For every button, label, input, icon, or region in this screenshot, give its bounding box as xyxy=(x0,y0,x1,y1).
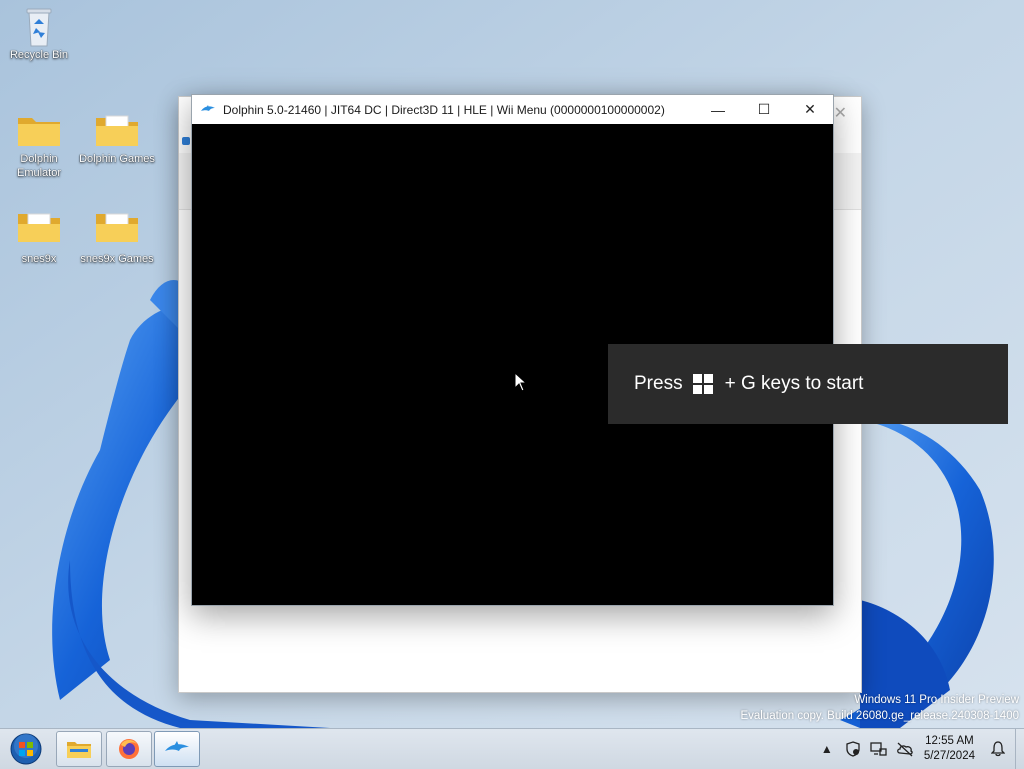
desktop-icon-recycle-bin[interactable]: Recycle Bin xyxy=(1,6,77,62)
desktop-icon-dolphin-emulator[interactable]: Dolphin Emulator xyxy=(1,110,77,180)
start-button[interactable] xyxy=(6,731,46,767)
maximize-button[interactable]: ☐ xyxy=(741,95,787,124)
folder-icon xyxy=(94,110,140,150)
gamebar-prompt: Press + G keys to start xyxy=(608,344,1008,424)
watermark-line-2: Evaluation copy. Build 26080.ge_release.… xyxy=(740,710,1019,722)
network-icon[interactable] xyxy=(869,739,889,759)
system-tray: ▲ 12:55 AM 5/27/2024 xyxy=(814,729,1024,769)
show-hidden-icons-chevron-up-icon[interactable]: ▲ xyxy=(817,739,837,759)
taskbar-clock[interactable]: 12:55 AM 5/27/2024 xyxy=(924,734,975,764)
recycle-bin-icon xyxy=(16,6,62,47)
minimize-icon: — xyxy=(711,101,725,118)
close-icon: ✕ xyxy=(804,101,816,117)
clock-date: 5/27/2024 xyxy=(923,750,975,762)
folder-icon xyxy=(16,210,62,250)
onedrive-offline-icon[interactable] xyxy=(895,739,915,759)
desktop-icon-label: Dolphin Emulator xyxy=(16,153,62,179)
window-titlebar[interactable]: Dolphin 5.0-21460 | JIT64 DC | Direct3D … xyxy=(192,95,833,124)
desktop-icon-dolphin-games[interactable]: Dolphin Games xyxy=(79,110,155,166)
firefox-icon xyxy=(119,739,139,759)
watermark-line-1: Windows 11 Pro Insider Preview xyxy=(854,694,1019,706)
security-shield-icon[interactable] xyxy=(843,739,863,759)
taskbar-app-firefox[interactable] xyxy=(106,731,152,767)
folder-icon xyxy=(94,210,140,250)
notification-bell-icon[interactable] xyxy=(988,739,1008,759)
window-title: Dolphin 5.0-21460 | JIT64 DC | Direct3D … xyxy=(223,102,665,117)
desktop-icon-label: snes9x xyxy=(21,253,57,265)
evaluation-watermark: Windows 11 Pro Insider Preview Evaluatio… xyxy=(740,692,1019,724)
windows-key-icon xyxy=(692,374,713,394)
desktop-icon-snes9x[interactable]: snes9x xyxy=(1,210,77,266)
taskbar-app-file-explorer[interactable] xyxy=(56,731,102,767)
desktop-icon-label: Dolphin Games xyxy=(79,153,155,165)
dolphin-icon xyxy=(165,741,189,751)
taskbar: ▲ 12:55 AM 5/27/2024 xyxy=(0,728,1024,769)
desktop-icon-label: Recycle Bin xyxy=(9,49,69,61)
show-desktop-button[interactable] xyxy=(1015,729,1024,769)
file-explorer-icon xyxy=(67,742,91,758)
windows-orb-icon xyxy=(10,733,42,765)
gamebar-prompt-text-before: Press xyxy=(634,373,683,394)
desktop-icon-snes9x-games[interactable]: snes9x Games xyxy=(79,210,155,266)
mouse-cursor-icon xyxy=(514,371,528,397)
minimize-button[interactable]: — xyxy=(695,95,741,124)
desktop-icon-label: snes9x Games xyxy=(80,253,154,265)
close-button[interactable]: ✕ xyxy=(787,95,833,124)
taskbar-app-dolphin[interactable] xyxy=(154,731,200,767)
maximize-icon: ☐ xyxy=(757,101,771,117)
folder-icon xyxy=(16,110,62,150)
dolphin-icon xyxy=(200,102,216,118)
clock-time: 12:55 AM xyxy=(925,735,974,747)
close-icon[interactable]: ✕ xyxy=(834,103,847,123)
gamebar-prompt-text-after: + G keys to start xyxy=(724,373,864,394)
